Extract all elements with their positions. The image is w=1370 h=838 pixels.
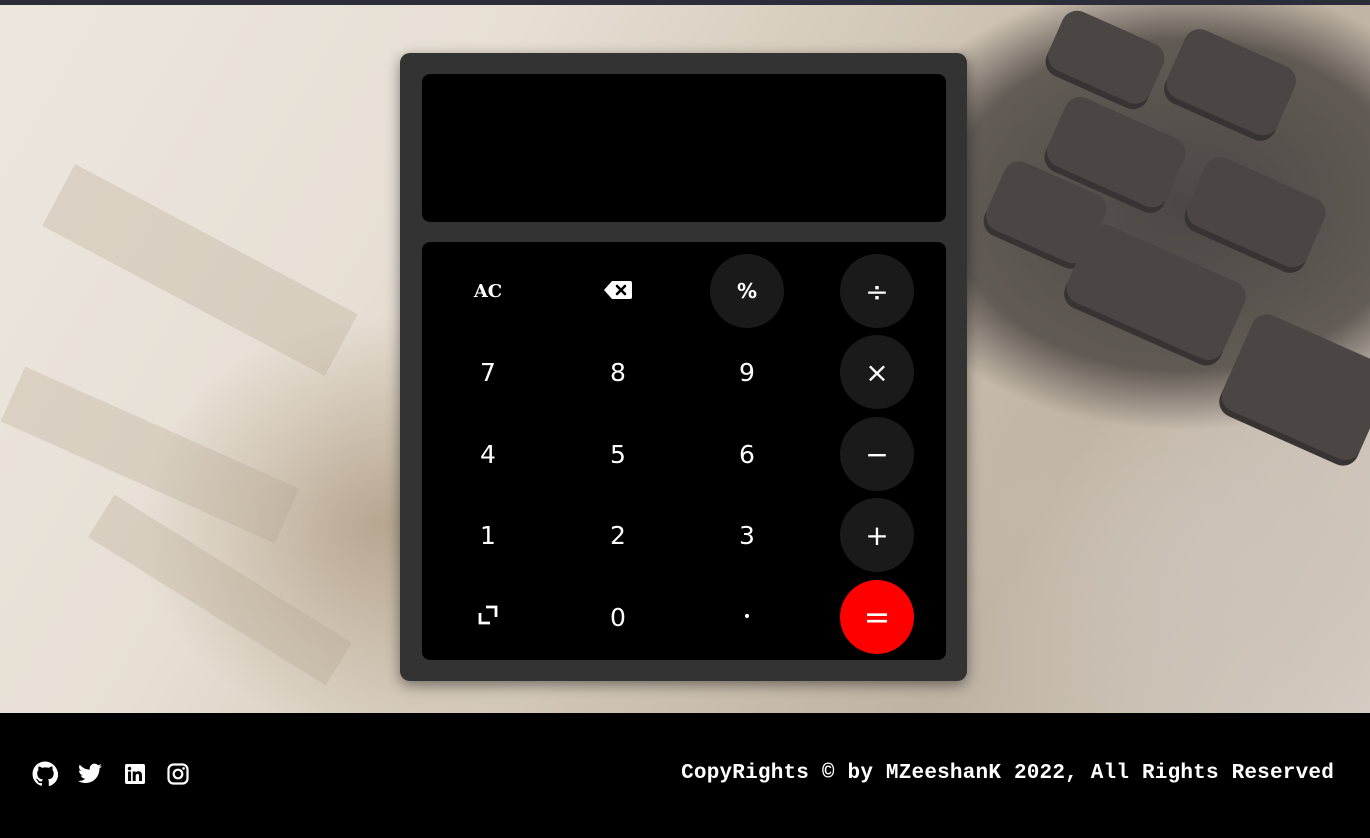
digit-7-button[interactable]: 7 [451, 335, 525, 409]
calculator: AC % ÷ 7 8 9 × 4 5 6 − 1 2 3 + 0 • = [400, 53, 967, 681]
divide-button[interactable]: ÷ [840, 254, 914, 328]
digit-6-button[interactable]: 6 [710, 417, 784, 491]
backspace-icon [603, 277, 633, 306]
percent-button[interactable]: % [710, 254, 784, 328]
decimal-button[interactable]: • [710, 580, 784, 654]
github-icon[interactable] [32, 761, 58, 787]
calculator-display [422, 74, 946, 222]
backspace-button[interactable] [581, 254, 655, 328]
twitter-icon[interactable] [77, 761, 103, 787]
add-button[interactable]: + [840, 498, 914, 572]
digit-1-button[interactable]: 1 [451, 498, 525, 572]
digit-8-button[interactable]: 8 [581, 335, 655, 409]
copyright-text: CopyRights © by MZeeshanK 2022, All Righ… [681, 762, 1334, 785]
linkedin-icon[interactable] [122, 761, 148, 787]
all-clear-button[interactable]: AC [451, 254, 525, 328]
keypad: AC % ÷ 7 8 9 × 4 5 6 − 1 2 3 + 0 • = [422, 242, 946, 660]
subtract-button[interactable]: − [840, 417, 914, 491]
digit-3-button[interactable]: 3 [710, 498, 784, 572]
toggle-button[interactable] [451, 580, 525, 654]
digit-0-button[interactable]: 0 [581, 580, 655, 654]
multiply-button[interactable]: × [840, 335, 914, 409]
digit-4-button[interactable]: 4 [451, 417, 525, 491]
instagram-icon[interactable] [165, 761, 191, 787]
corner-icon [477, 603, 499, 632]
digit-9-button[interactable]: 9 [710, 335, 784, 409]
digit-2-button[interactable]: 2 [581, 498, 655, 572]
equals-button[interactable]: = [840, 580, 914, 654]
digit-5-button[interactable]: 5 [581, 417, 655, 491]
